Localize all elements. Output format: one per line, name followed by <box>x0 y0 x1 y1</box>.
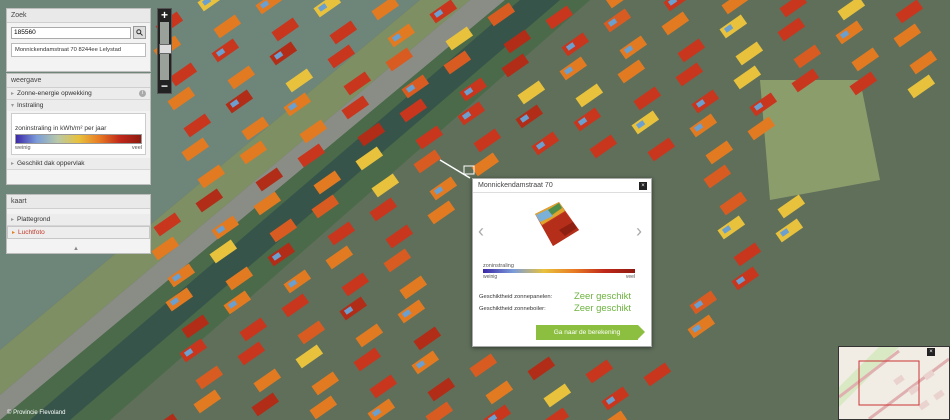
overview-close-icon[interactable]: × <box>927 348 935 356</box>
legend-gradient <box>15 134 142 144</box>
display-panel-title: weergave <box>7 74 150 88</box>
collapse-panels-icon[interactable]: ▲ <box>73 246 79 252</box>
legend-low-label: weinig <box>15 145 31 151</box>
previous-arrow-icon[interactable]: ‹ <box>478 221 484 242</box>
search-panel-title: Zoek <box>7 9 150 23</box>
map-option-luchtfoto[interactable]: ▸ Luchtfoto <box>7 226 150 239</box>
zoom-control: + − <box>157 8 172 94</box>
suitability-row-boiler: Geschiktheid zonneboiler: Zeer geschikt <box>479 303 645 314</box>
irradiation-legend: zoninstraling in kWh/m² per jaar weinig … <box>11 113 146 155</box>
suitability-label: Geschiktheid zonneboiler: <box>479 305 546 312</box>
search-result[interactable]: Monnickendamstraat 70 8244ee Lelystad <box>11 43 146 57</box>
legend-title: zoninstraling in kWh/m² per jaar <box>15 125 107 132</box>
layer-item-solar-yield[interactable]: ▸ Zonne-energie opwekking i <box>7 88 150 100</box>
layer-label: Geschikt dak oppervlak <box>17 160 85 167</box>
legend-high-label: veel <box>131 145 142 151</box>
calculate-button[interactable]: Ga naar de berekening <box>536 325 645 340</box>
park-field <box>760 80 880 200</box>
zoom-slider-handle[interactable] <box>159 44 172 54</box>
info-icon[interactable]: i <box>139 90 146 97</box>
popup-legend-low: weinig <box>483 274 498 280</box>
zoom-out-button[interactable]: − <box>158 80 171 93</box>
suitability-value: Zeer geschikt <box>573 303 631 314</box>
map-option-label: Luchtfoto <box>18 229 45 236</box>
map-option-label: Plattegrond <box>17 216 51 223</box>
layer-label: Zonne-energie opwekking <box>17 90 92 97</box>
roof-irradiation-image <box>535 202 579 246</box>
suitability-row-panels: Geschiktheid zonnepanelen: Zeer geschikt <box>479 291 645 302</box>
search-button[interactable] <box>133 26 146 39</box>
search-panel: Zoek Monnickendamstraat 70 8244ee Lelyst… <box>6 8 151 72</box>
layer-item-suitable-roof[interactable]: ▸ Geschikt dak oppervlak <box>7 158 150 170</box>
popup-title: Monnickendamstraat 70 <box>473 179 651 193</box>
map-option-plattegrond[interactable]: ▸ Plattegrond <box>7 214 150 226</box>
map-credit: © Provincie Flevoland <box>7 410 66 416</box>
zoom-in-button[interactable]: + <box>158 9 171 22</box>
layer-label: Instraling <box>17 102 44 109</box>
next-arrow-icon[interactable]: › <box>636 221 642 242</box>
popup-legend-high: veel <box>625 274 635 280</box>
suitability-label: Geschiktheid zonnepanelen: <box>479 293 553 300</box>
map-panel: kaart ▸ Plattegrond ▸ Luchtfoto <box>6 194 151 254</box>
popup-legend-gradient <box>483 269 635 273</box>
zoom-slider[interactable] <box>159 22 172 80</box>
search-icon <box>136 29 143 36</box>
close-icon[interactable]: × <box>639 182 647 190</box>
suitability-value: Zeer geschikt <box>573 291 631 302</box>
address-popup: Monnickendamstraat 70 × ‹ › zoninstralin… <box>472 178 652 347</box>
overview-map[interactable] <box>838 346 950 420</box>
display-panel: weergave ▸ Zonne-energie opwekking i ▾ I… <box>6 73 151 185</box>
layer-item-irradiation[interactable]: ▾ Instraling <box>7 100 150 111</box>
search-input[interactable] <box>11 26 131 39</box>
map-panel-title: kaart <box>7 195 150 209</box>
